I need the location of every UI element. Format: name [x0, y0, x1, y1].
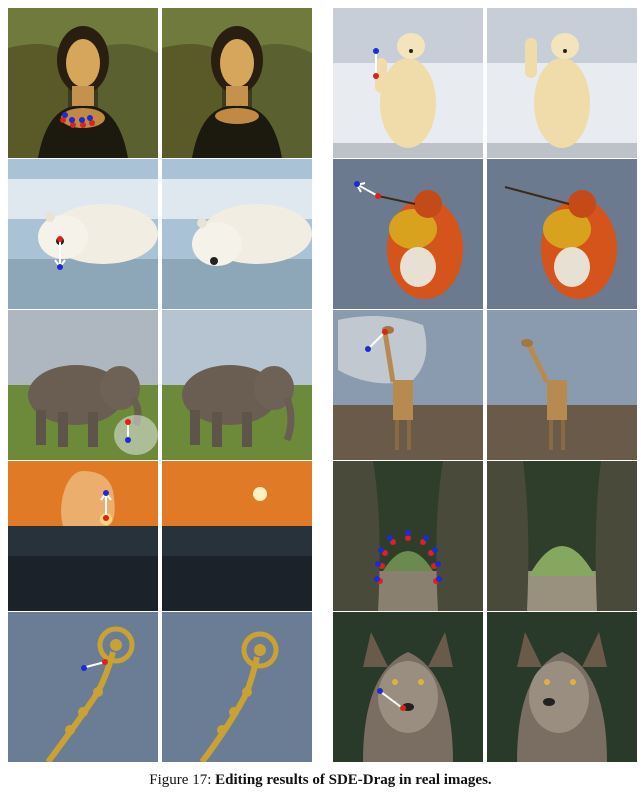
mona-lisa-edited-image: [162, 8, 312, 158]
tree-tunnel-edited-image: [487, 461, 637, 611]
drag-points: [60, 112, 95, 128]
mona-lisa-original-image: [8, 8, 158, 158]
hummingbird-edited-image: [487, 159, 637, 309]
giraffe-edited-image: [487, 310, 637, 460]
elephant-edited-image: [162, 310, 312, 460]
polar-bear-lying-original-image: [8, 159, 158, 309]
wolf-edited-image: [487, 612, 637, 762]
fiddlehead-edited-image: [162, 612, 312, 762]
fiddlehead-original-image: [8, 612, 158, 762]
polar-bear-lying-edited-image: [162, 159, 312, 309]
polar-bear-standing-original-image: [333, 8, 483, 158]
elephant-original-image: [8, 310, 158, 460]
figure-caption: Figure 17: Editing results of SDE-Drag i…: [0, 772, 641, 789]
figure-caption-text: Editing results of SDE-Drag in real imag…: [215, 772, 492, 788]
giraffe-original-image: [333, 310, 483, 460]
sunset-edited-image: [162, 461, 312, 611]
hummingbird-original-image: [333, 159, 483, 309]
wolf-original-image: [333, 612, 483, 762]
tree-tunnel-original-image: [333, 461, 483, 611]
figure-label: Figure 17:: [149, 772, 212, 788]
polar-bear-standing-edited-image: [487, 8, 637, 158]
sunset-original-image: [8, 461, 158, 611]
